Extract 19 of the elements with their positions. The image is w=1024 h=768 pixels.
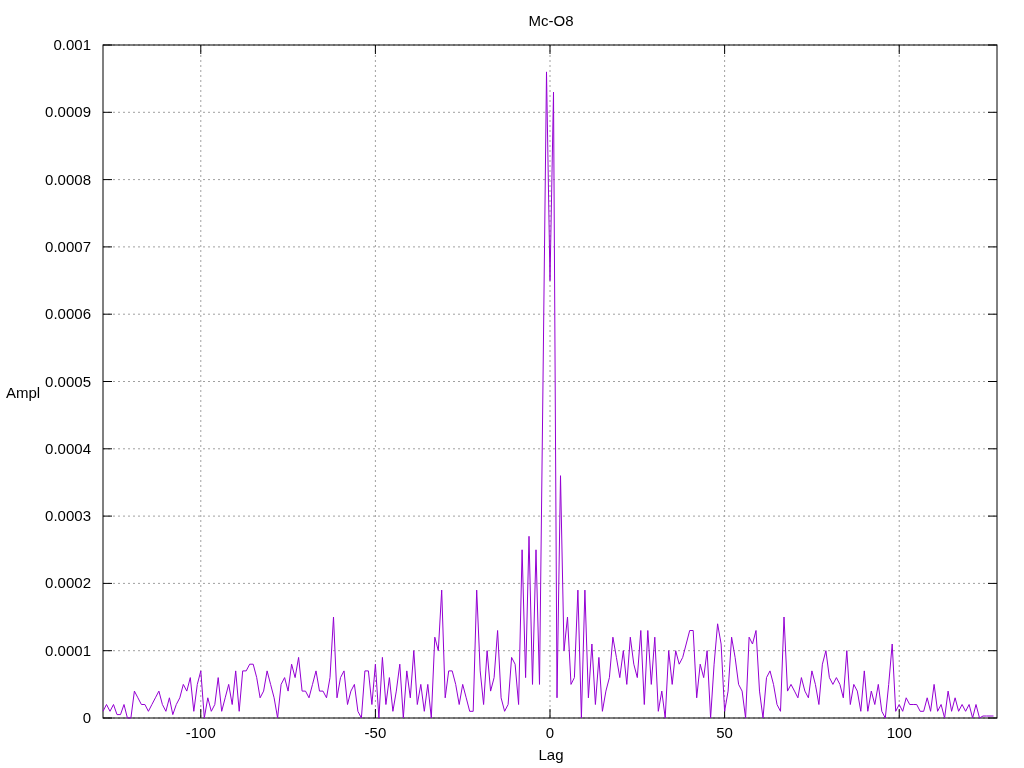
y-axis-label: Ampl [6, 384, 41, 401]
y-tick-label: 0.0004 [45, 439, 91, 457]
y-tick-label: 0.0006 [45, 305, 91, 323]
y-tick-label: 0 [82, 709, 91, 726]
x-tick-label: 0 [545, 724, 555, 741]
chart-title: Mc-O8 [528, 12, 574, 29]
y-tick-label: 0.0001 [45, 641, 91, 659]
y-tick-label: 0.0002 [45, 574, 91, 592]
y-tick-label: 0.0008 [45, 170, 91, 188]
x-tick-label: -50 [364, 724, 387, 741]
y-tick-label: 0.0003 [45, 507, 91, 525]
x-tick-label: -100 [185, 724, 216, 741]
y-tick-label: 0.0005 [45, 372, 91, 390]
x-tick-label: 100 [886, 724, 912, 741]
y-tick-label: 0.001 [53, 36, 91, 53]
y-tick-label: 0.0009 [45, 103, 91, 121]
x-axis-label: Lag [538, 746, 564, 763]
x-tick-label: 50 [716, 724, 733, 741]
y-tick-label: 0.0007 [45, 237, 91, 255]
